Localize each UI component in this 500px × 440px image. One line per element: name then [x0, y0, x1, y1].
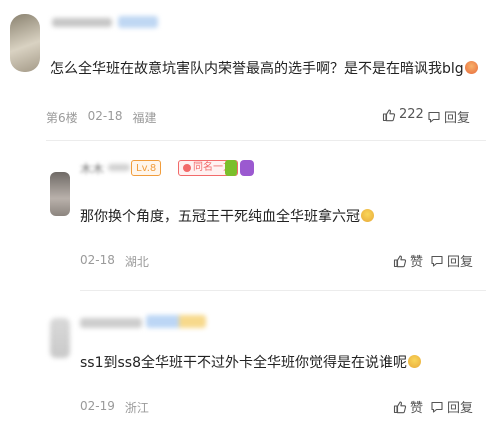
like-label: 赞 — [410, 401, 424, 416]
avatar[interactable] — [50, 318, 70, 358]
username[interactable] — [80, 318, 142, 328]
like-button[interactable]: 222 — [382, 107, 424, 122]
reply-label: 回复 — [447, 401, 474, 416]
emoji-icon — [464, 61, 478, 74]
comment-date: 02-18 — [87, 109, 123, 123]
comment-meta: 第6楼 02-18 福建 — [46, 109, 157, 126]
comment-location: 浙江 — [124, 401, 149, 415]
thumbs-up-icon — [382, 108, 396, 121]
fan-badge-icon — [183, 164, 191, 172]
comment-text: 怎么全华班在故意坑害队内荣誉最高的选手啊？是不是在暗讽我blg — [50, 58, 478, 78]
username[interactable] — [52, 18, 112, 27]
like-button[interactable]: 赞 — [393, 251, 423, 270]
reply-icon — [428, 111, 440, 123]
comment-text-content: 那你换个角度，五冠王干死纯血全华班拿六冠 — [80, 209, 360, 225]
divider — [46, 140, 486, 141]
comment-text: 那你换个角度，五冠王干死纯血全华班拿六冠 — [80, 206, 374, 226]
reply-button[interactable]: 回复 — [427, 107, 470, 126]
username-suffix — [108, 164, 130, 171]
level-badge: Lv.8 — [131, 160, 162, 176]
username[interactable]: 木木 — [80, 160, 104, 177]
reply-label: 回复 — [444, 111, 471, 126]
emoji-icon — [361, 209, 374, 222]
purple-badge-icon — [240, 160, 254, 176]
comment-date: 02-18 — [80, 253, 115, 267]
comment-text: ss1到ss8全华班干不过外卡全华班你觉得是在说谁呢 — [80, 352, 421, 372]
reply-icon — [431, 401, 443, 413]
user-badge-group — [146, 315, 206, 328]
avatar[interactable] — [10, 14, 40, 72]
comment-text-content: ss1到ss8全华班干不过外卡全华班你觉得是在说谁呢 — [80, 355, 407, 371]
comment-meta: 02-18 湖北 — [80, 253, 149, 270]
avatar[interactable] — [50, 172, 70, 216]
like-button[interactable]: 赞 — [393, 397, 423, 416]
reply-button[interactable]: 回复 — [430, 251, 473, 270]
reply-label: 回复 — [447, 255, 474, 270]
comment-meta: 02-19 浙江 — [80, 399, 149, 416]
reply-button[interactable]: 回复 — [430, 397, 473, 416]
like-label: 赞 — [410, 255, 424, 270]
comment-date: 02-19 — [80, 399, 115, 413]
comment-location: 福建 — [132, 111, 157, 125]
divider — [80, 290, 486, 291]
like-count: 222 — [399, 107, 424, 122]
comment-text-content: 怎么全华班在故意坑害队内荣誉最高的选手啊？是不是在暗讽我blg — [50, 61, 464, 77]
thumbs-up-icon — [393, 400, 407, 413]
reply-icon — [431, 255, 443, 267]
comment-location: 湖北 — [124, 255, 149, 269]
green-badge-icon — [225, 160, 237, 176]
thumbs-up-icon — [393, 254, 407, 267]
floor-number: 第6楼 — [46, 111, 78, 125]
user-badge-group — [118, 16, 158, 28]
emoji-icon — [408, 355, 421, 368]
